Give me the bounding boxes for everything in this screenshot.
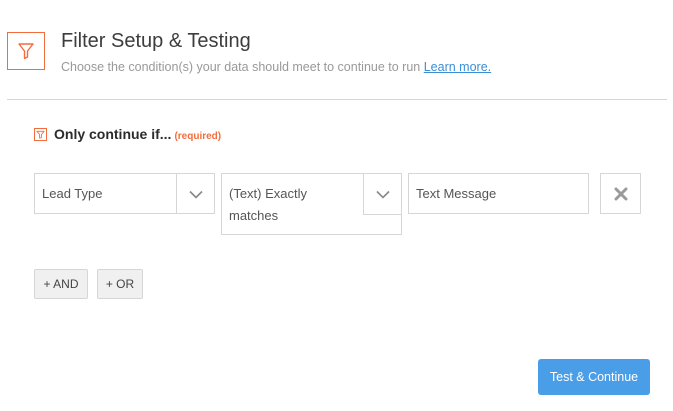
field-select-value: Lead Type: [42, 186, 103, 201]
add-and-button[interactable]: + AND: [34, 269, 88, 299]
filter-icon: [34, 128, 47, 141]
subtitle-text: Choose the condition(s) your data should…: [61, 60, 421, 74]
condition-title: Only continue if... (required): [54, 126, 221, 142]
chevron-down-icon[interactable]: [363, 174, 401, 215]
chevron-down-icon[interactable]: [176, 174, 214, 214]
test-continue-button[interactable]: Test & Continue: [538, 359, 650, 395]
page-title: Filter Setup & Testing: [61, 30, 251, 52]
required-label: (required): [174, 131, 222, 142]
learn-more-link[interactable]: Learn more.: [424, 60, 491, 74]
value-input[interactable]: [408, 173, 589, 214]
operator-select-value: (Text) Exactly matches: [229, 186, 308, 223]
operator-select[interactable]: (Text) Exactly matches: [221, 173, 402, 235]
add-or-button[interactable]: + OR: [97, 269, 143, 299]
remove-condition-button[interactable]: [600, 173, 641, 214]
divider: [7, 99, 667, 100]
close-icon: [614, 187, 627, 200]
filter-icon: [7, 32, 45, 70]
page-subtitle: Choose the condition(s) your data should…: [61, 60, 491, 74]
field-select[interactable]: Lead Type: [34, 173, 215, 214]
condition-title-text: Only continue if...: [54, 126, 172, 142]
